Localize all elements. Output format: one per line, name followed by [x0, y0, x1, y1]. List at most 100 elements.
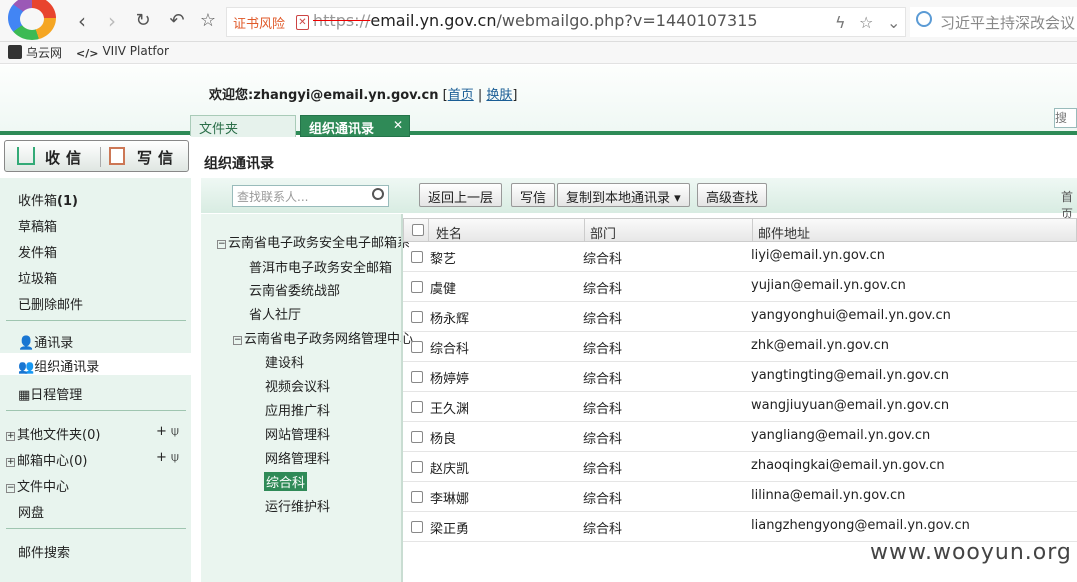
browser-search[interactable]: 习近平主持深改会议: [910, 7, 1077, 37]
tree-leaf[interactable]: 建设科: [265, 352, 304, 371]
search-icon[interactable]: [372, 188, 384, 200]
receive-icon: [17, 147, 35, 165]
back-icon[interactable]: ‹: [70, 10, 94, 32]
home-link[interactable]: 首页: [448, 88, 474, 103]
write-mail-button[interactable]: 写信: [511, 183, 556, 207]
sidebar-item-other-folders[interactable]: + 其他文件夹(0): [6, 424, 100, 443]
collapse-icon[interactable]: −: [6, 484, 15, 493]
contact-search-input[interactable]: 查找联系人...: [232, 185, 389, 207]
table-row[interactable]: 杨良 综合科 yangliang@email.yn.gov.cn: [403, 422, 1077, 452]
add-mailbox-icon[interactable]: + ⍦: [156, 450, 179, 465]
sidebar-item-mail-center[interactable]: + 邮箱中心(0): [6, 450, 87, 469]
header-email[interactable]: 邮件地址: [758, 223, 810, 242]
reload-icon[interactable]: ↻: [131, 10, 155, 32]
forward-icon[interactable]: ›: [100, 10, 124, 32]
collapse-icon[interactable]: −: [217, 240, 226, 249]
sidebar-item-contacts[interactable]: 👤通讯录: [18, 332, 73, 351]
collapse-icon[interactable]: −: [233, 336, 242, 345]
copy-to-local-button[interactable]: 复制到本地通讯录 ▾: [557, 183, 690, 207]
sidebar-item-inbox[interactable]: 收件箱(1): [18, 190, 78, 209]
write-button[interactable]: 写信: [137, 147, 179, 168]
bookmark-wooyun[interactable]: 乌云网: [8, 44, 62, 61]
table-row[interactable]: 杨婷婷 综合科 yangtingting@email.yn.gov.cn: [403, 362, 1077, 392]
expand-icon[interactable]: +: [6, 458, 15, 467]
table-row[interactable]: 赵庆凯 综合科 zhaoqingkai@email.yn.gov.cn: [403, 452, 1077, 482]
search-icon: [916, 11, 932, 27]
tree-leaf-selected[interactable]: 综合科: [264, 472, 308, 491]
table-row[interactable]: 李琳娜 综合科 lilinna@email.yn.gov.cn: [403, 482, 1077, 512]
table-row[interactable]: 王久渊 综合科 wangjiuyuan@email.yn.gov.cn: [403, 392, 1077, 422]
cell-email[interactable]: yangyonghui@email.yn.gov.cn: [751, 308, 951, 323]
bookmark-viiv[interactable]: </> VIIV Platfor: [76, 44, 169, 61]
tree-leaf[interactable]: 视频会议科: [265, 376, 330, 395]
row-checkbox[interactable]: [411, 461, 423, 473]
expand-icon[interactable]: +: [6, 432, 15, 441]
undo-icon[interactable]: ↶: [165, 10, 189, 32]
sidebar-item-calendar[interactable]: ▦日程管理: [18, 384, 82, 403]
row-checkbox[interactable]: [411, 341, 423, 353]
tree-node[interactable]: 省人社厅: [249, 304, 301, 323]
table-row[interactable]: 综合科 综合科 zhk@email.yn.gov.cn: [403, 332, 1077, 362]
dropdown-icon[interactable]: ⌄: [887, 13, 900, 32]
tree-node[interactable]: 云南省委统战部: [249, 280, 340, 299]
tab-folder[interactable]: 文件夹: [190, 115, 296, 137]
cell-email[interactable]: lilinna@email.yn.gov.cn: [751, 488, 905, 503]
table-row[interactable]: 梁正勇 综合科 liangzhengyong@email.yn.gov.cn: [403, 512, 1077, 542]
tree-leaf[interactable]: 网站管理科: [265, 424, 330, 443]
row-checkbox[interactable]: [411, 401, 423, 413]
tree-root[interactable]: − 云南省电子政务安全电子邮箱系: [217, 232, 410, 251]
sidebar-item-mail-search[interactable]: 邮件搜索: [18, 542, 70, 561]
cert-warning[interactable]: 证书风险: [233, 13, 285, 32]
header-dept[interactable]: 部门: [590, 223, 616, 242]
tree-node[interactable]: 普洱市电子政务安全邮箱: [249, 257, 392, 276]
sidebar-item-netdisk[interactable]: 网盘: [18, 502, 44, 521]
row-checkbox[interactable]: [411, 491, 423, 503]
header-name[interactable]: 姓名: [436, 223, 462, 242]
row-checkbox[interactable]: [411, 281, 423, 293]
select-all-checkbox[interactable]: [412, 224, 424, 236]
sidebar-item-org-contacts[interactable]: 👥组织通讯录: [0, 353, 191, 375]
row-checkbox[interactable]: [411, 251, 423, 263]
advanced-search-button[interactable]: 高级查找: [697, 183, 768, 207]
cell-email[interactable]: yangliang@email.yn.gov.cn: [751, 428, 930, 443]
tree-leaf[interactable]: 应用推广科: [265, 400, 330, 419]
sidebar-item-file-center[interactable]: − 文件中心: [6, 476, 69, 495]
divider: [6, 528, 186, 529]
star-icon[interactable]: ☆: [196, 10, 220, 32]
table-row[interactable]: 虞健 综合科 yujian@email.yn.gov.cn: [403, 272, 1077, 302]
tree-leaf[interactable]: 运行维护科: [265, 496, 330, 515]
cell-email[interactable]: wangjiuyuan@email.yn.gov.cn: [751, 398, 949, 413]
sidebar-item-trash[interactable]: 垃圾箱: [18, 268, 57, 287]
table-row[interactable]: 杨永辉 综合科 yangyonghui@email.yn.gov.cn: [403, 302, 1077, 332]
row-checkbox[interactable]: [411, 311, 423, 323]
row-checkbox[interactable]: [411, 521, 423, 533]
cell-name: 虞健: [430, 282, 457, 297]
sidebar-item-sent[interactable]: 发件箱: [18, 242, 57, 261]
favorite-icon[interactable]: ☆: [859, 13, 873, 32]
row-checkbox[interactable]: [411, 431, 423, 443]
first-page-link[interactable]: 首页: [1061, 188, 1077, 222]
cell-email[interactable]: zhk@email.yn.gov.cn: [751, 338, 889, 353]
cell-email[interactable]: liangzhengyong@email.yn.gov.cn: [751, 518, 970, 533]
sidebar-item-deleted[interactable]: 已删除邮件: [18, 294, 83, 313]
tree-node[interactable]: − 云南省电子政务网络管理中心: [233, 328, 413, 347]
close-tab-icon[interactable]: ✕: [393, 118, 403, 132]
table-row[interactable]: 黎艺 综合科 liyi@email.yn.gov.cn: [403, 242, 1077, 272]
address-bar[interactable]: 证书风险 ✕ https://email.yn.gov.cn/webmailgo…: [226, 7, 906, 37]
cell-email[interactable]: liyi@email.yn.gov.cn: [751, 248, 885, 263]
tab-org-contacts[interactable]: 组织通讯录 ✕: [300, 115, 410, 137]
tree-leaf[interactable]: 网络管理科: [265, 448, 330, 467]
lightning-icon[interactable]: ϟ: [835, 13, 846, 32]
back-button[interactable]: 返回上一层: [419, 183, 503, 207]
wooyun-icon: [8, 45, 22, 59]
cell-email[interactable]: yujian@email.yn.gov.cn: [751, 278, 906, 293]
row-checkbox[interactable]: [411, 371, 423, 383]
search-suggestion[interactable]: 习近平主持深改会议: [940, 12, 1075, 33]
add-folder-icon[interactable]: + ⍦: [156, 424, 179, 439]
skin-link[interactable]: 换肤: [486, 88, 512, 103]
cell-email[interactable]: zhaoqingkai@email.yn.gov.cn: [751, 458, 945, 473]
receive-button[interactable]: 收信: [45, 147, 87, 168]
sidebar-item-drafts[interactable]: 草稿箱: [18, 216, 57, 235]
cell-email[interactable]: yangtingting@email.yn.gov.cn: [751, 368, 949, 383]
divider: [6, 320, 186, 321]
